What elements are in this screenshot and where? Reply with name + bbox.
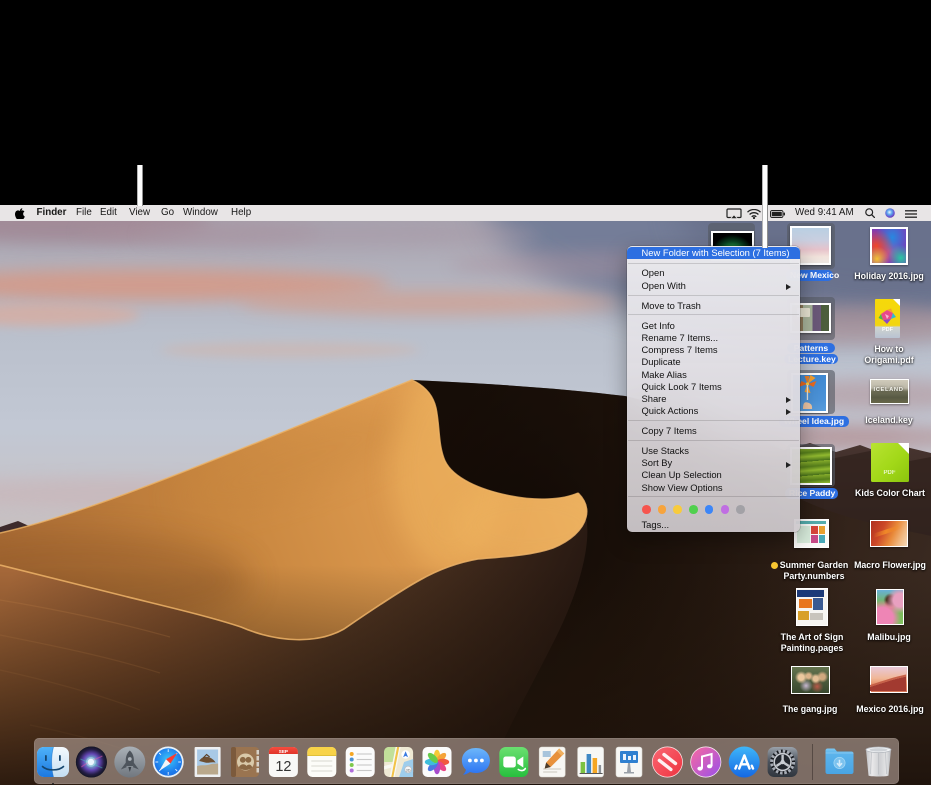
- svg-text:12: 12: [275, 759, 291, 775]
- svg-text:SEP: SEP: [278, 749, 287, 754]
- svg-text:3D: 3D: [405, 768, 410, 772]
